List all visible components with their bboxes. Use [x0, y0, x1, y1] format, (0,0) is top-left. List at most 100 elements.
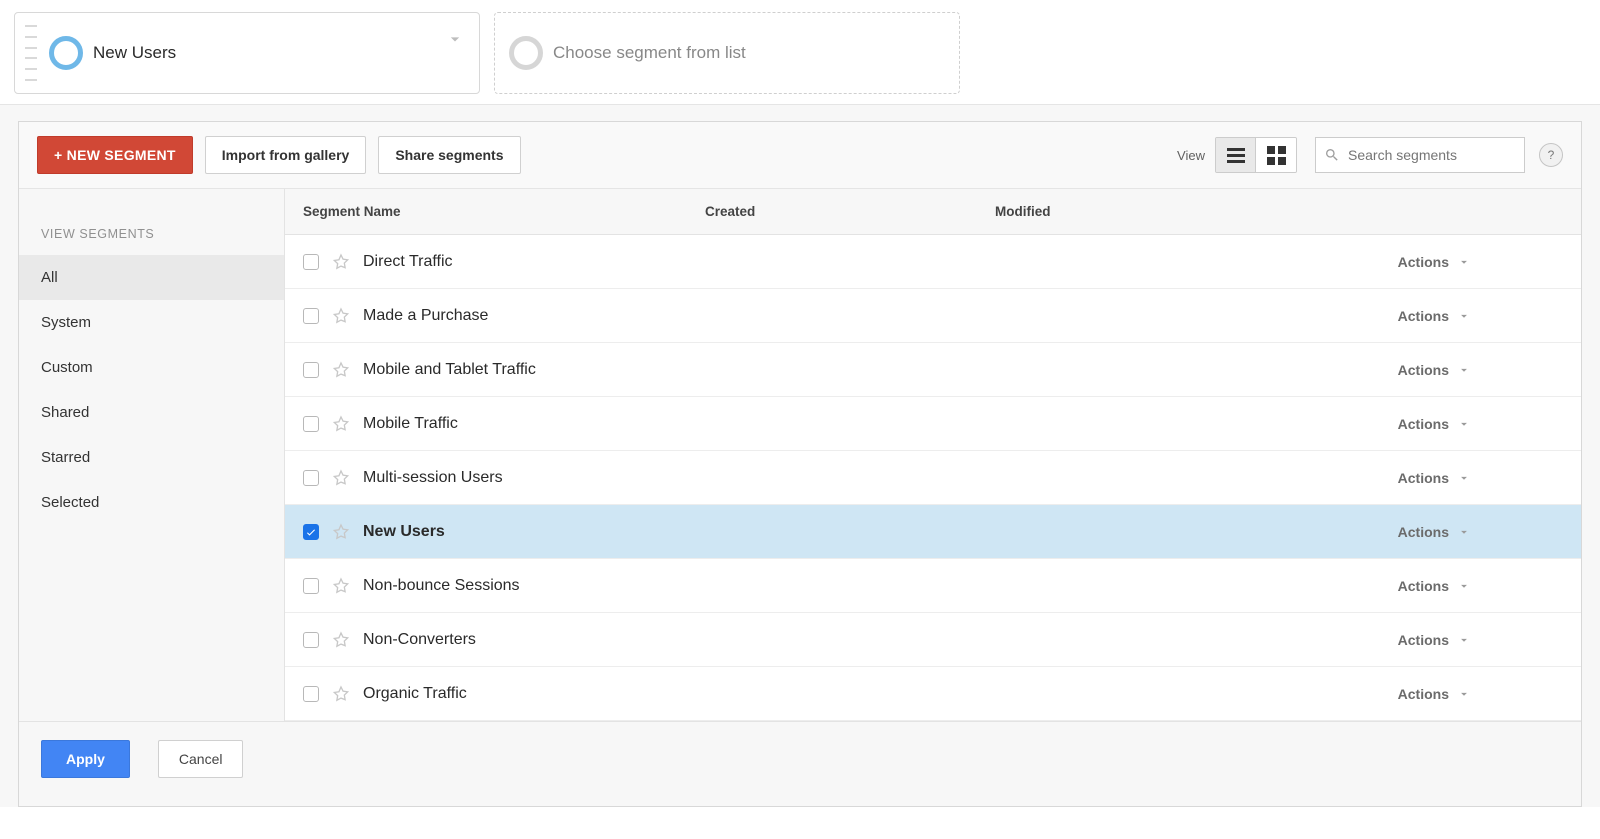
actions-label: Actions — [1398, 470, 1449, 486]
table-row[interactable]: Made a Purchase Actions — [285, 289, 1581, 343]
row-actions-menu[interactable]: Actions — [1303, 362, 1581, 378]
row-actions-menu[interactable]: Actions — [1303, 416, 1581, 432]
caret-down-icon — [1457, 309, 1471, 323]
page-root: New Users Choose segment from list + NEW… — [0, 0, 1600, 839]
row-checkbox[interactable] — [303, 524, 319, 540]
col-header-created: Created — [705, 204, 995, 219]
star-icon[interactable] — [331, 468, 351, 488]
actions-label: Actions — [1398, 254, 1449, 270]
star-icon[interactable] — [331, 252, 351, 272]
table-row[interactable]: Multi-session Users Actions — [285, 451, 1581, 505]
grid-icon — [1267, 146, 1286, 165]
segment-pill-placeholder[interactable]: Choose segment from list — [494, 12, 960, 94]
view-list-button[interactable] — [1216, 138, 1256, 172]
segment-name: Non-bounce Sessions — [363, 577, 520, 595]
row-checkbox[interactable] — [303, 470, 319, 486]
actions-label: Actions — [1398, 632, 1449, 648]
search-wrap[interactable] — [1315, 137, 1525, 173]
caret-down-icon — [1457, 579, 1471, 593]
table-row[interactable]: Non-Converters Actions — [285, 613, 1581, 667]
segment-name: Multi-session Users — [363, 469, 503, 487]
actions-label: Actions — [1398, 524, 1449, 540]
segment-bar: New Users Choose segment from list — [0, 0, 1600, 105]
star-icon[interactable] — [331, 522, 351, 542]
table-row[interactable]: New Users Actions — [285, 505, 1581, 559]
cancel-button[interactable]: Cancel — [158, 740, 244, 778]
row-actions-menu[interactable]: Actions — [1303, 308, 1581, 324]
caret-down-icon — [1457, 633, 1471, 647]
row-checkbox[interactable] — [303, 632, 319, 648]
row-actions-menu[interactable]: Actions — [1303, 254, 1581, 270]
row-checkbox[interactable] — [303, 578, 319, 594]
import-gallery-button[interactable]: Import from gallery — [205, 136, 367, 174]
table-row[interactable]: Mobile Traffic Actions — [285, 397, 1581, 451]
col-header-modified: Modified — [995, 204, 1285, 219]
row-checkbox[interactable] — [303, 254, 319, 270]
row-actions-menu[interactable]: Actions — [1303, 524, 1581, 540]
star-icon[interactable] — [331, 630, 351, 650]
star-icon[interactable] — [331, 360, 351, 380]
segment-name: Mobile Traffic — [363, 415, 458, 433]
caret-down-icon — [1457, 687, 1471, 701]
view-label: View — [1177, 148, 1205, 163]
search-input[interactable] — [1346, 146, 1516, 164]
actions-label: Actions — [1398, 416, 1449, 432]
row-checkbox[interactable] — [303, 686, 319, 702]
new-segment-button[interactable]: + NEW SEGMENT — [37, 136, 193, 174]
table-row[interactable]: Non-bounce Sessions Actions — [285, 559, 1581, 613]
row-actions-menu[interactable]: Actions — [1303, 632, 1581, 648]
star-icon[interactable] — [331, 306, 351, 326]
sidebar-item-custom[interactable]: Custom — [19, 345, 284, 390]
segment-name: Made a Purchase — [363, 307, 488, 325]
segment-pill-label: New Users — [93, 43, 176, 63]
sidebar-item-starred[interactable]: Starred — [19, 435, 284, 480]
panel-body: VIEW SEGMENTS AllSystemCustomSharedStarr… — [19, 189, 1581, 721]
sidebar-item-shared[interactable]: Shared — [19, 390, 284, 435]
segment-name: New Users — [363, 523, 445, 541]
caret-down-icon — [1457, 417, 1471, 431]
star-icon[interactable] — [331, 414, 351, 434]
sidebar: VIEW SEGMENTS AllSystemCustomSharedStarr… — [19, 189, 285, 721]
view-toggle — [1215, 137, 1297, 173]
segment-name: Mobile and Tablet Traffic — [363, 361, 536, 379]
sidebar-item-system[interactable]: System — [19, 300, 284, 345]
drag-grip-icon — [25, 25, 37, 81]
row-checkbox[interactable] — [303, 362, 319, 378]
panel-outer: + NEW SEGMENT Import from gallery Share … — [0, 105, 1600, 807]
star-icon[interactable] — [331, 684, 351, 704]
star-icon[interactable] — [331, 576, 351, 596]
caret-down-icon — [1457, 471, 1471, 485]
sidebar-item-all[interactable]: All — [19, 255, 284, 300]
table-row[interactable]: Organic Traffic Actions — [285, 667, 1581, 721]
segment-name: Non-Converters — [363, 631, 476, 649]
apply-button[interactable]: Apply — [41, 740, 130, 778]
row-checkbox[interactable] — [303, 308, 319, 324]
table-row[interactable]: Direct Traffic Actions — [285, 235, 1581, 289]
table-header: Segment Name Created Modified — [285, 189, 1581, 235]
row-checkbox[interactable] — [303, 416, 319, 432]
sidebar-heading: VIEW SEGMENTS — [19, 219, 284, 255]
footer: Apply Cancel — [19, 721, 1581, 806]
chevron-down-icon[interactable] — [445, 29, 465, 49]
row-actions-menu[interactable]: Actions — [1303, 470, 1581, 486]
actions-label: Actions — [1398, 578, 1449, 594]
caret-down-icon — [1457, 363, 1471, 377]
row-actions-menu[interactable]: Actions — [1303, 686, 1581, 702]
segment-color-circle — [49, 36, 83, 70]
sidebar-item-selected[interactable]: Selected — [19, 480, 284, 525]
help-button[interactable]: ? — [1539, 143, 1563, 167]
actions-label: Actions — [1398, 686, 1449, 702]
segment-panel: + NEW SEGMENT Import from gallery Share … — [18, 121, 1582, 807]
view-grid-button[interactable] — [1256, 138, 1296, 172]
toolbar: + NEW SEGMENT Import from gallery Share … — [19, 122, 1581, 189]
row-actions-menu[interactable]: Actions — [1303, 578, 1581, 594]
actions-label: Actions — [1398, 362, 1449, 378]
segments-table: Segment Name Created Modified Direct Tra… — [285, 189, 1581, 721]
share-segments-button[interactable]: Share segments — [378, 136, 520, 174]
list-icon — [1227, 148, 1245, 163]
table-row[interactable]: Mobile and Tablet Traffic Actions — [285, 343, 1581, 397]
caret-down-icon — [1457, 525, 1471, 539]
segment-pill-active[interactable]: New Users — [14, 12, 480, 94]
segment-name: Direct Traffic — [363, 253, 453, 271]
segment-name: Organic Traffic — [363, 685, 467, 703]
